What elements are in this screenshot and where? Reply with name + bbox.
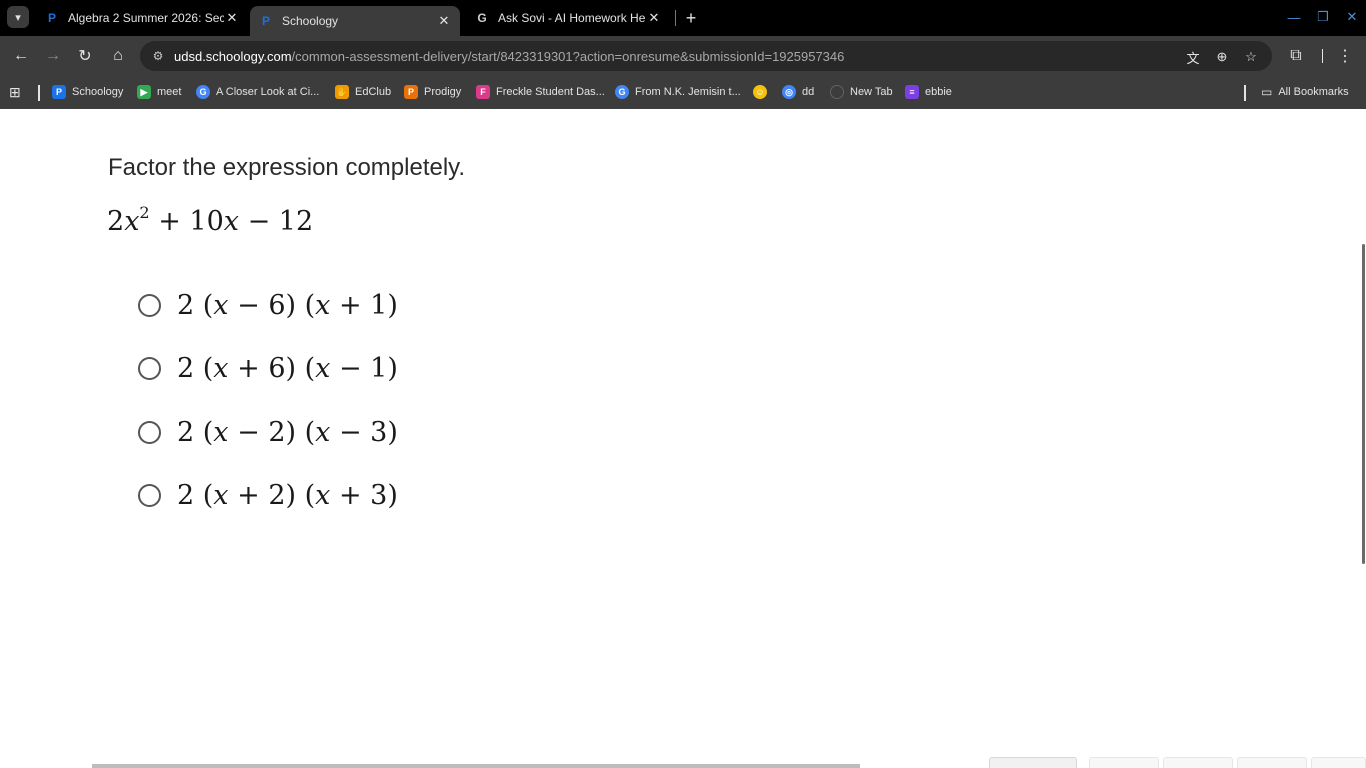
close-icon[interactable]: ✕ [224,10,240,26]
choice-text[interactable]: 2 (x + 6) (x − 1) [177,353,398,384]
bookmark-edclub[interactable]: ✋ EdClub [335,82,391,102]
bookmarks-divider [1244,85,1246,101]
bookmark-prodigy[interactable]: P Prodigy [404,82,461,102]
emoji-icon: ☺ [753,85,767,99]
bookmark-new-tab[interactable]: New Tab [830,82,893,102]
radio-button[interactable] [138,356,161,380]
minimize-icon[interactable]: — [1283,6,1305,28]
bookmark-meet[interactable]: ▶ meet [137,82,181,102]
choice-text[interactable]: 2 (x − 6) (x + 1) [177,290,398,321]
bookmark-schoology[interactable]: P Schoology [52,82,123,102]
schoology-icon: P [47,11,56,25]
zoom-icon[interactable]: ⊕ [1213,48,1231,66]
answer-choice-2[interactable]: 2 (x + 6) (x − 1) [138,346,398,390]
bookmark-freckle[interactable]: F Freckle Student Das... [476,82,605,102]
all-bookmarks-button[interactable]: ▭ All Bookmarks [1261,82,1349,102]
tab-separator [675,10,676,26]
bookmark-star-icon[interactable]: ☆ [1242,48,1260,66]
tab-strip: ▾ P Algebra 2 Summer 2026: Secti ✕ P Sch… [0,0,1366,36]
meet-icon: ▶ [137,85,151,99]
back-arrow-icon[interactable]: ← [9,44,33,68]
address-bar[interactable]: ⚙ udsd.schoology.com/common-assessment-d… [140,41,1272,71]
bookmarks-bar: ⊞ P Schoology ▶ meet G A Closer Look at … [0,76,1366,109]
folder-icon: ▭ [1261,85,1273,99]
close-icon[interactable]: ✕ [646,10,662,26]
toolbar-divider [1322,49,1323,63]
sovi-icon: G [477,11,487,25]
close-icon[interactable]: ✕ [436,13,452,29]
menu-kebab-icon[interactable]: ⋮ [1333,44,1357,68]
tab-title: Algebra 2 Summer 2026: Secti [68,11,224,25]
choice-text[interactable]: 2 (x − 2) (x − 3) [177,417,398,448]
bookmarks-divider [38,85,40,101]
tab-title: Ask Sovi - AI Homework Helper [498,11,646,25]
answer-choice-3[interactable]: 2 (x − 2) (x − 3) [138,410,398,454]
newtab-icon [830,85,844,99]
schoology-icon: P [261,14,270,28]
site-settings-icon[interactable]: ⚙ [150,48,166,64]
tab-search-chevron-icon[interactable]: ▾ [7,6,29,28]
bookmark-dd[interactable]: ◎ dd [782,82,814,102]
radio-button[interactable] [138,420,161,444]
browser-toolbar: ← → ↻ ⌂ ⚙ udsd.schoology.com/common-asse… [0,36,1366,76]
radio-button[interactable] [138,293,161,317]
prodigy-icon: P [404,85,418,99]
question-expression: 2x2 + 10x − 12 [107,203,314,238]
restore-icon[interactable]: ❐ [1312,6,1334,28]
horizontal-scrollbar[interactable] [92,764,860,768]
google-icon: G [615,85,629,99]
window-close-icon[interactable]: ✕ [1341,6,1363,28]
new-tab-plus-icon[interactable]: + [681,8,701,28]
google-icon: G [196,85,210,99]
tab-ask-sovi[interactable]: G Ask Sovi - AI Homework Helper ✕ [466,6,670,30]
footer-button[interactable] [989,757,1077,768]
vertical-scrollbar[interactable] [1362,244,1365,564]
apps-grid-icon[interactable]: ⊞ [9,82,21,102]
schoology-icon: P [52,85,66,99]
footer-button[interactable] [1237,757,1307,768]
answer-choice-4[interactable]: 2 (x + 2) (x + 3) [138,473,398,517]
tab-algebra[interactable]: P Algebra 2 Summer 2026: Secti ✕ [36,6,248,30]
bookmark-closer-look[interactable]: G A Closer Look at Ci... [196,82,319,102]
choice-text[interactable]: 2 (x + 2) (x + 3) [177,480,398,511]
translate-icon[interactable]: 文 [1184,48,1202,66]
list-icon: ≡ [905,85,919,99]
footer-button[interactable] [1089,757,1159,768]
edclub-icon: ✋ [335,85,349,99]
question-prompt: Factor the expression completely. [108,154,466,181]
freckle-icon: F [476,85,490,99]
extensions-puzzle-icon[interactable]: ⧉ [1284,44,1308,68]
forward-arrow-icon[interactable]: → [41,44,65,68]
assessment-page: Factor the expression completely. 2x2 + … [0,109,1366,768]
radio-button[interactable] [138,483,161,507]
bookmark-ebbie[interactable]: ≡ ebbie [905,82,952,102]
url-text[interactable]: udsd.schoology.com/common-assessment-del… [174,49,844,64]
reload-icon[interactable]: ↻ [73,44,97,68]
tab-schoology[interactable]: P Schoology ✕ [250,6,460,36]
footer-button[interactable] [1311,757,1366,768]
bookmark-emoji[interactable]: ☺ [753,82,773,102]
tab-title: Schoology [282,14,339,28]
bookmark-jemisin[interactable]: G From N.K. Jemisin t... [615,82,741,102]
answer-choice-1[interactable]: 2 (x − 6) (x + 1) [138,283,398,327]
footer-button[interactable] [1163,757,1233,768]
home-icon[interactable]: ⌂ [106,44,130,68]
dd-icon: ◎ [782,85,796,99]
